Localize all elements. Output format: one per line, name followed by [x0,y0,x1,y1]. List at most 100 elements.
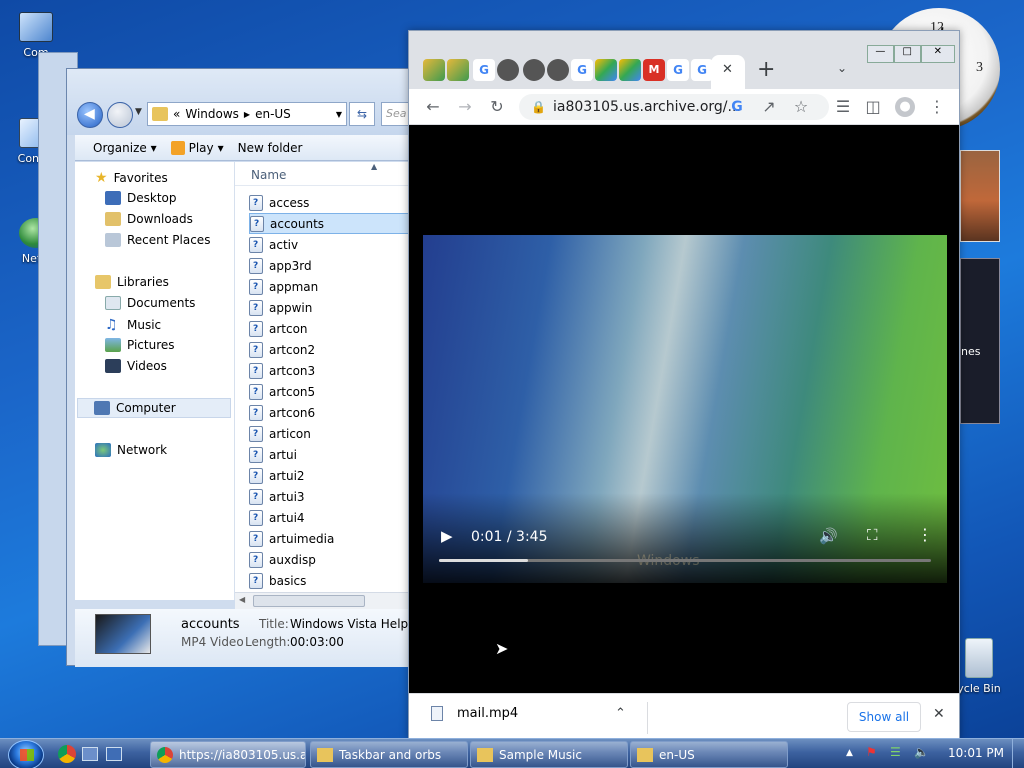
close-download-bar-icon[interactable]: ✕ [933,706,945,722]
download-item[interactable]: mail.mp4 [431,706,518,721]
taskbar-clock[interactable]: 10:01 PM [948,746,1004,760]
file-item[interactable]: appwin [249,297,409,318]
tab-8-drive[interactable] [595,59,617,81]
file-item[interactable]: artui4 [249,507,409,528]
show-all-button[interactable]: Show all [847,702,921,732]
details-title-value[interactable]: Windows Vista Help Der [290,617,410,631]
tab-5[interactable] [523,59,545,81]
bookmark-star-icon[interactable]: ☆ [791,97,811,117]
file-item[interactable]: basics [249,570,409,591]
nav-favorites[interactable]: ★ Favorites [95,170,168,186]
refresh-button[interactable]: ⇆ [349,102,375,126]
share-icon[interactable]: ↗ [759,97,779,117]
quick-launch-chrome-icon[interactable] [58,745,76,763]
fullscreen-icon[interactable]: ⛶ [867,526,878,544]
tab-12-google[interactable]: G [691,59,713,81]
back-arrow-icon[interactable]: ← [423,97,443,117]
media-controls-icon[interactable]: ☰ [833,97,853,117]
file-item[interactable]: appman [249,276,409,297]
feed-gadget[interactable]: nes [960,258,1000,424]
maximize-button[interactable]: □ [893,45,921,63]
slideshow-gadget[interactable] [960,150,1000,242]
tab-11-google[interactable]: G [667,59,689,81]
tab-1[interactable] [423,59,445,81]
address-bar[interactable]: « Windows ▶ en-US ▼ [147,102,347,126]
breadcrumb-separator-icon[interactable]: ▶ [244,110,250,119]
nav-recent-places[interactable]: Recent Places [105,233,210,247]
chrome-window[interactable]: — □ ✕ G G M G G ✕ + ⌄ ← → ↻ 🔒 ia803105.u… [408,30,960,741]
video-more-options-icon[interactable]: ⋮ [917,525,933,544]
tab-search-icon[interactable]: ⌄ [837,61,847,75]
tab-2[interactable] [447,59,469,81]
nav-videos[interactable]: Videos [105,359,167,373]
address-dropdown-icon[interactable]: ▼ [336,110,342,119]
active-tab[interactable]: ✕ [711,55,745,89]
file-item[interactable]: artuimedia [249,528,409,549]
new-tab-button[interactable]: + [757,57,775,82]
file-item[interactable]: artcon3 [249,360,409,381]
tab-6[interactable] [547,59,569,81]
volume-tray-icon[interactable]: 🔈 [914,745,929,759]
tab-3-google[interactable]: G [473,59,495,81]
close-window-button[interactable]: ✕ [920,45,955,63]
nav-desktop[interactable]: Desktop [105,191,177,205]
reload-icon[interactable]: ↻ [487,97,507,117]
download-options-chevron-icon[interactable]: ⌃ [615,706,626,721]
action-center-flag-icon[interactable]: ⚑ [866,745,877,759]
play-video-icon[interactable]: ▶ [441,527,453,545]
nav-music[interactable]: ♫ Music [105,317,161,333]
file-item[interactable]: activ [249,234,409,255]
start-button[interactable] [8,740,44,768]
file-item[interactable]: auxdisp [249,549,409,570]
volume-icon[interactable]: 🔊 [819,527,838,545]
file-item[interactable]: artcon6 [249,402,409,423]
close-tab-icon[interactable]: ✕ [722,62,733,77]
play-button[interactable]: Play ▾ [170,140,224,155]
nav-computer[interactable]: Computer [77,398,231,418]
scrollbar-thumb[interactable] [253,595,365,607]
network-tray-icon[interactable]: ☰ [890,745,901,759]
file-item[interactable]: artcon [249,318,409,339]
nav-downloads[interactable]: Downloads [105,212,193,226]
file-item[interactable]: articon [249,423,409,444]
organize-button[interactable]: Organize ▾ [93,141,157,155]
file-item[interactable]: artcon2 [249,339,409,360]
nav-documents[interactable]: Documents [105,296,195,310]
file-item[interactable]: artcon5 [249,381,409,402]
breadcrumb-overflow[interactable]: « [173,107,180,121]
file-list[interactable]: Name ▲ access accounts activ app3rd appman ap… [235,162,411,600]
minimize-button[interactable]: — [867,45,894,63]
nav-libraries[interactable]: Libraries [95,275,169,289]
file-item[interactable]: artui2 [249,465,409,486]
taskbar-button-sample-music[interactable]: Sample Music [470,741,628,768]
video-player[interactable]: Windows ▶ 0:01 / 3:45 🔊 ⛶ ⋮ [423,235,947,583]
explorer-window[interactable]: ◀ ▼ « Windows ▶ en-US ▼ ⇆ Sea Organize ▾… [66,68,421,667]
video-progress-bar[interactable] [439,559,931,562]
file-item[interactable]: access [249,192,409,213]
navigation-pane[interactable]: ★ Favorites Desktop Downloads Recent Plac… [75,162,235,600]
file-item[interactable]: app3rd [249,255,409,276]
recent-pages-chevron-icon[interactable]: ▼ [135,107,142,117]
menu-kebab-icon[interactable]: ⋮ [927,97,947,117]
quick-launch-show-desktop-icon[interactable] [82,747,98,761]
taskbar-button-taskbar-and-orbs[interactable]: Taskbar and orbs [310,741,468,768]
taskbar-button-en-us[interactable]: en-US [630,741,788,768]
breadcrumb-windows[interactable]: Windows [185,107,239,121]
show-hidden-icons-icon[interactable]: ▲ [846,748,853,758]
new-folder-button[interactable]: New folder [238,141,303,155]
breadcrumb-en-us[interactable]: en-US [255,107,291,121]
side-panel-icon[interactable]: ◫ [863,97,883,117]
back-button[interactable]: ◀ [77,102,103,128]
tab-10-gmail[interactable]: M [643,59,665,81]
url-bar[interactable]: 🔒 ia803105.us.archive.org/... [519,94,829,120]
file-item[interactable]: artui [249,444,409,465]
show-desktop-button[interactable] [1012,739,1024,768]
file-item[interactable]: artui3 [249,486,409,507]
quick-launch-switch-windows-icon[interactable] [106,747,122,761]
column-header-name[interactable]: Name ▲ [235,162,411,186]
google-lens-icon[interactable]: G [727,97,747,117]
forward-arrow-icon[interactable]: → [455,97,475,117]
nav-network[interactable]: Network [95,443,167,457]
tab-7-google[interactable]: G [571,59,593,81]
nav-pictures[interactable]: Pictures [105,338,175,352]
